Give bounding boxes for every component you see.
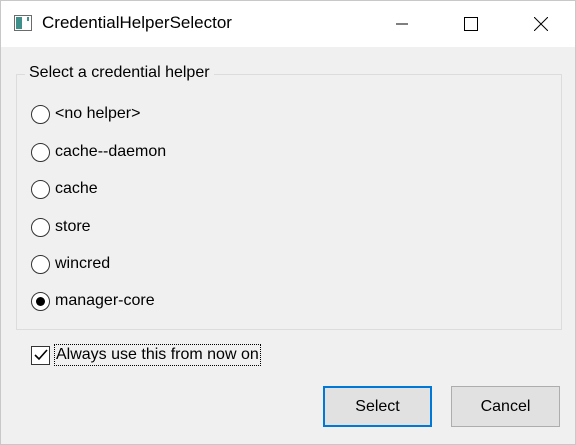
radio-option-cache[interactable]: cache bbox=[31, 177, 98, 201]
minimize-icon bbox=[396, 23, 408, 25]
radio-button[interactable] bbox=[31, 104, 50, 124]
radio-option-wincred[interactable]: wincred bbox=[31, 252, 110, 276]
radio-button[interactable] bbox=[31, 179, 50, 199]
radio-option-store[interactable]: store bbox=[31, 215, 91, 239]
radio-label: cache bbox=[55, 180, 98, 197]
radio-option-no-helper[interactable]: <no helper> bbox=[31, 102, 140, 126]
maximize-icon bbox=[464, 17, 478, 31]
cancel-button[interactable]: Cancel bbox=[451, 386, 560, 427]
always-use-checkbox[interactable] bbox=[31, 345, 50, 365]
radio-button[interactable] bbox=[31, 217, 50, 237]
radio-button[interactable] bbox=[31, 142, 50, 162]
always-use-checkbox-row[interactable]: Always use this from now on bbox=[31, 343, 261, 367]
radio-button-selected[interactable] bbox=[31, 291, 50, 311]
radio-label: manager-core bbox=[55, 292, 155, 309]
maximize-button[interactable] bbox=[448, 1, 494, 47]
checkmark-icon bbox=[33, 349, 48, 361]
window-title: CredentialHelperSelector bbox=[42, 13, 232, 32]
groupbox-label: Select a credential helper bbox=[25, 64, 214, 82]
radio-option-cache-daemon[interactable]: cache--daemon bbox=[31, 140, 166, 164]
minimize-button[interactable] bbox=[379, 1, 425, 47]
radio-label: <no helper> bbox=[55, 105, 141, 122]
radio-label: wincred bbox=[55, 255, 111, 272]
radio-option-manager-core[interactable]: manager-core bbox=[31, 289, 155, 313]
select-button[interactable]: Select bbox=[323, 386, 432, 427]
dialog-window: CredentialHelperSelector Select a creden… bbox=[0, 0, 576, 445]
title-bar[interactable]: CredentialHelperSelector bbox=[1, 1, 575, 47]
radio-label: store bbox=[55, 218, 91, 235]
radio-button[interactable] bbox=[31, 254, 50, 274]
app-window-icon bbox=[14, 15, 32, 31]
close-button[interactable] bbox=[518, 1, 564, 47]
always-use-label: Always use this from now on bbox=[54, 344, 261, 366]
radio-label: cache--daemon bbox=[55, 143, 167, 160]
close-icon bbox=[534, 17, 548, 31]
